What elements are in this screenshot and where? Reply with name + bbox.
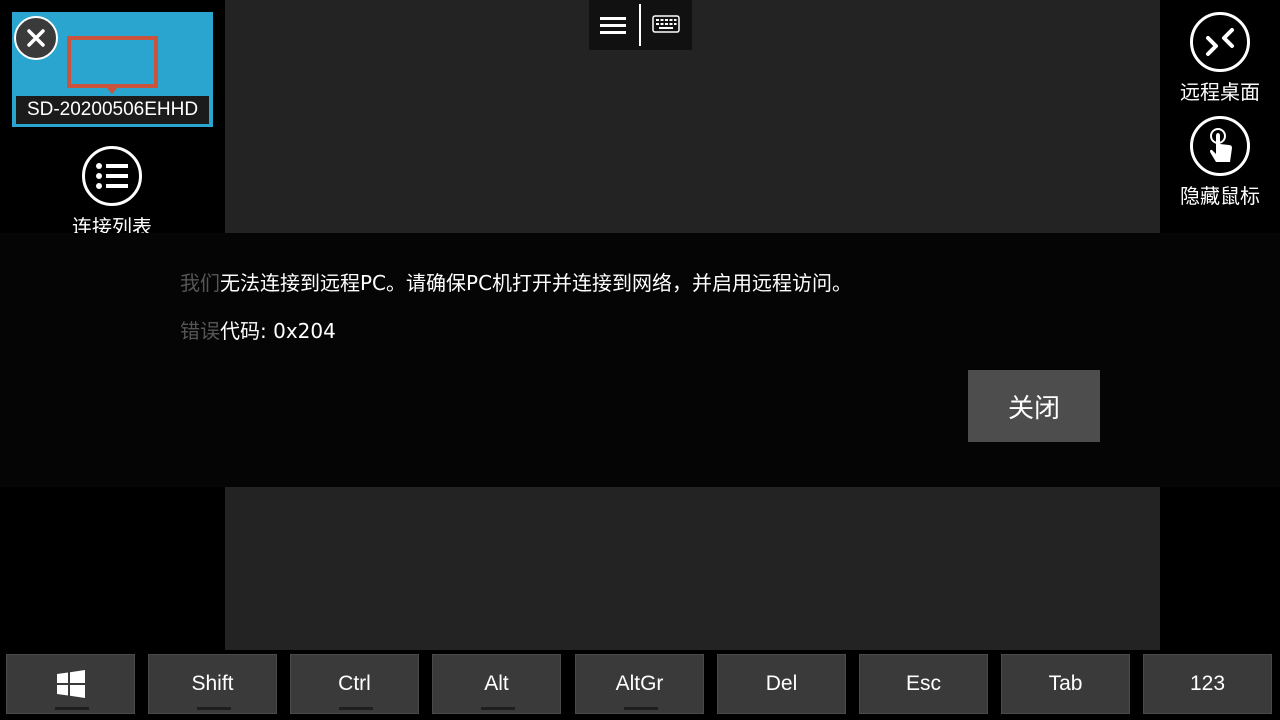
connection-list-button[interactable]: [82, 146, 142, 206]
error-message-text: 无法连接到远程PC。请确保PC机打开并连接到网络，并启用远程访问。: [220, 271, 853, 295]
error-code: 错误代码: 0x204: [180, 315, 336, 344]
keyboard-button[interactable]: [652, 14, 680, 36]
error-code-text: 代码: 0x204: [220, 319, 336, 343]
close-session-button[interactable]: [14, 16, 58, 60]
remote-desktop-button[interactable]: [1190, 12, 1250, 72]
dialog-close-button[interactable]: 关闭: [968, 370, 1100, 442]
key-del[interactable]: Del: [717, 654, 846, 714]
hamburger-icon: [600, 17, 626, 34]
close-icon: [27, 29, 45, 47]
error-code-prefix: 错误: [180, 319, 220, 343]
hide-mouse-label: 隐藏鼠标: [1180, 184, 1260, 208]
remote-desktop-label: 远程桌面: [1180, 80, 1260, 104]
key-label: Del: [765, 672, 798, 695]
list-icon: [96, 163, 128, 189]
key-shift[interactable]: Shift: [148, 654, 277, 714]
keyboard-icon: [652, 15, 680, 33]
key-tab[interactable]: Tab: [1001, 654, 1130, 714]
error-message: 我们无法连接到远程PC。请确保PC机打开并连接到网络，并启用远程访问。: [180, 267, 852, 296]
touch-pointer-icon: [1210, 128, 1232, 162]
error-dialog: 我们无法连接到远程PC。请确保PC机打开并连接到网络，并启用远程访问。 错误代码…: [0, 233, 1280, 487]
windows-icon: [56, 670, 85, 698]
key-label: Ctrl: [338, 672, 371, 695]
session-name: SD-20200506EHHD: [16, 96, 209, 124]
key-windows[interactable]: [6, 654, 135, 714]
key-alt[interactable]: Alt: [432, 654, 561, 714]
key-label: 123: [1189, 672, 1226, 695]
top-toolbar: [589, 0, 692, 50]
key-indicator: [55, 707, 89, 710]
key-indicator: [197, 707, 231, 710]
key-label: Tab: [1048, 672, 1083, 695]
menu-button[interactable]: [599, 12, 627, 38]
monitor-icon: [67, 36, 158, 94]
key-label: AltGr: [615, 672, 664, 695]
key-indicator: [481, 707, 515, 710]
key-label: Alt: [484, 672, 509, 695]
hide-mouse-button[interactable]: [1190, 116, 1250, 176]
key-label: Esc: [905, 672, 941, 695]
key-altgr[interactable]: AltGr: [575, 654, 704, 714]
key-ctrl[interactable]: Ctrl: [290, 654, 419, 714]
key-esc[interactable]: Esc: [859, 654, 988, 714]
key-indicator: [624, 707, 658, 710]
extra-keys-bar: Shift Ctrl Alt AltGr Del Esc Tab 123: [0, 650, 1280, 720]
toolbar-divider: [639, 4, 641, 46]
remote-desktop-icon: [1206, 28, 1234, 56]
key-123[interactable]: 123: [1143, 654, 1272, 714]
key-indicator: [339, 707, 373, 710]
key-label: Shift: [191, 672, 234, 695]
error-message-prefix: 我们: [180, 271, 220, 295]
